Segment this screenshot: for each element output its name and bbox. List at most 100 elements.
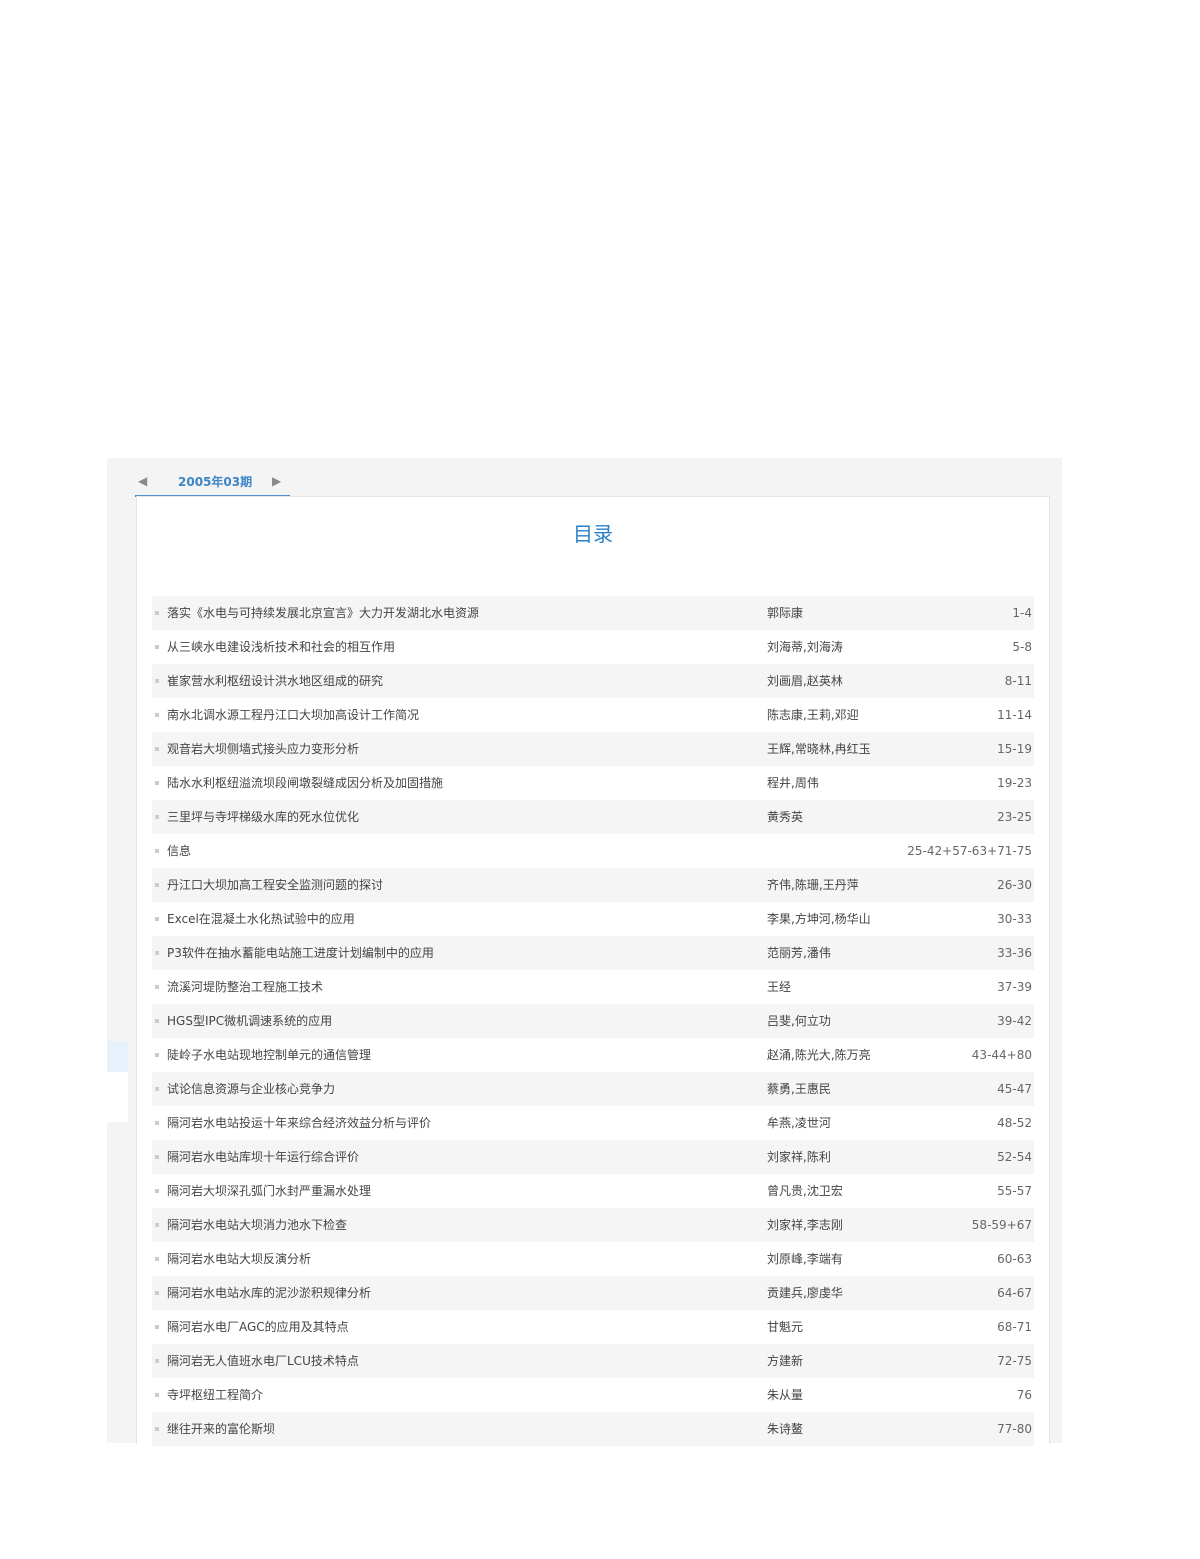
bullet-icon: [155, 645, 159, 649]
toc-row[interactable]: 信息 25-42+57-63+71-75: [152, 834, 1034, 868]
bullet-icon: [155, 1223, 159, 1227]
article-pages: 64-67: [997, 1286, 1032, 1300]
article-title-link[interactable]: 试论信息资源与企业核心竞争力: [167, 1072, 747, 1106]
article-title-link[interactable]: 隔河岩水电站水库的泥沙淤积规律分析: [167, 1276, 747, 1310]
side-highlight-strip: [107, 1041, 128, 1072]
toc-row[interactable]: 丹江口大坝加高工程安全监测问题的探讨 齐伟,陈珊,王丹萍 26-30: [152, 868, 1034, 902]
article-title-link[interactable]: 寺坪枢纽工程简介: [167, 1378, 747, 1412]
toc-row[interactable]: 从三峡水电建设浅析技术和社会的相互作用 刘海蒂,刘海涛 5-8: [152, 630, 1034, 664]
article-pages: 5-8: [1012, 640, 1032, 654]
toc-row[interactable]: 南水北调水源工程丹江口大坝加高设计工作简况 陈志康,王莉,邓迎 11-14: [152, 698, 1034, 732]
article-pages: 77-80: [997, 1422, 1032, 1436]
article-pages: 1-4: [1012, 606, 1032, 620]
toc-row[interactable]: P3软件在抽水蓄能电站施工进度计划编制中的应用 范丽芳,潘伟 33-36: [152, 936, 1034, 970]
article-title-link[interactable]: 隔河岩水电站大坝反演分析: [167, 1242, 747, 1276]
toc-row[interactable]: Excel在混凝土水化热试验中的应用 李果,方坤河,杨华山 30-33: [152, 902, 1034, 936]
bullet-icon: [155, 1291, 159, 1295]
toc-row[interactable]: 陆水水利枢纽溢流坝段闸墩裂缝成因分析及加固措施 程井,周伟 19-23: [152, 766, 1034, 800]
bullet-icon: [155, 679, 159, 683]
bullet-icon: [155, 1121, 159, 1125]
article-title-link[interactable]: 隔河岩水电站大坝消力池水下检查: [167, 1208, 747, 1242]
bullet-icon: [155, 1393, 159, 1397]
toc-row[interactable]: 崔家营水利枢纽设计洪水地区组成的研究 刘画眉,赵英林 8-11: [152, 664, 1034, 698]
article-title-link[interactable]: 落实《水电与可持续发展北京宣言》大力开发湖北水电资源: [167, 596, 747, 630]
toc-row[interactable]: 隔河岩水电站投运十年来综合经济效益分析与评价 牟燕,凌世河 48-52: [152, 1106, 1034, 1140]
issue-nav-tab: ◀ 2005年03期 ▶: [135, 469, 290, 497]
article-title-link[interactable]: 陆水水利枢纽溢流坝段闸墩裂缝成因分析及加固措施: [167, 766, 747, 800]
article-pages: 19-23: [997, 776, 1032, 790]
toc-row[interactable]: 陡岭子水电站现地控制单元的通信管理 赵涌,陈光大,陈万亮 43-44+80: [152, 1038, 1034, 1072]
toc-row[interactable]: 落实《水电与可持续发展北京宣言》大力开发湖北水电资源 郭际康 1-4: [152, 596, 1034, 630]
toc-row[interactable]: 隔河岩水电站库坝十年运行综合评价 刘家祥,陈利 52-54: [152, 1140, 1034, 1174]
article-title-link[interactable]: 丹江口大坝加高工程安全监测问题的探讨: [167, 868, 747, 902]
article-title-link[interactable]: 隔河岩水电站库坝十年运行综合评价: [167, 1140, 747, 1174]
article-title-link[interactable]: 信息: [167, 834, 747, 868]
article-title-link[interactable]: 隔河岩无人值班水电厂LCU技术特点: [167, 1344, 747, 1378]
article-pages: 48-52: [997, 1116, 1032, 1130]
bullet-icon: [155, 611, 159, 615]
toc-row[interactable]: 流溪河堤防整治工程施工技术 王经 37-39: [152, 970, 1034, 1004]
article-title-link[interactable]: HGS型IPC微机调速系统的应用: [167, 1004, 747, 1038]
article-pages: 39-42: [997, 1014, 1032, 1028]
article-pages: 8-11: [1004, 674, 1032, 688]
article-title-link[interactable]: 南水北调水源工程丹江口大坝加高设计工作简况: [167, 698, 747, 732]
article-pages: 37-39: [997, 980, 1032, 994]
triangle-left-icon[interactable]: ◀: [138, 471, 147, 491]
issue-label[interactable]: 2005年03期: [178, 472, 252, 492]
bullet-icon: [155, 883, 159, 887]
bullet-icon: [155, 1257, 159, 1261]
article-pages: 30-33: [997, 912, 1032, 926]
article-title-link[interactable]: 三里坪与寺坪梯级水库的死水位优化: [167, 800, 747, 834]
article-pages: 45-47: [997, 1082, 1032, 1096]
article-title-link[interactable]: 陡岭子水电站现地控制单元的通信管理: [167, 1038, 747, 1072]
bullet-icon: [155, 1087, 159, 1091]
toc-list: 落实《水电与可持续发展北京宣言》大力开发湖北水电资源 郭际康 1-4 从三峡水电建设浅…: [152, 596, 1034, 1446]
article-pages: 26-30: [997, 878, 1032, 892]
toc-row[interactable]: 三里坪与寺坪梯级水库的死水位优化 黄秀英 23-25: [152, 800, 1034, 834]
article-pages: 68-71: [997, 1320, 1032, 1334]
toc-row[interactable]: HGS型IPC微机调速系统的应用 吕斐,何立功 39-42: [152, 1004, 1034, 1038]
article-title-link[interactable]: 流溪河堤防整治工程施工技术: [167, 970, 747, 1004]
article-pages: 43-44+80: [971, 1048, 1032, 1062]
triangle-right-icon[interactable]: ▶: [272, 471, 281, 491]
toc-title: 目录: [573, 522, 613, 546]
article-title-link[interactable]: 观音岩大坝侧墙式接头应力变形分析: [167, 732, 747, 766]
article-title-link[interactable]: Excel在混凝土水化热试验中的应用: [167, 902, 747, 936]
side-white-strip: [107, 1072, 128, 1122]
bullet-icon: [155, 713, 159, 717]
toc-row[interactable]: 隔河岩水电站水库的泥沙淤积规律分析 贡建兵,廖虔华 64-67: [152, 1276, 1034, 1310]
article-title-link[interactable]: 隔河岩大坝深孔弧门水封严重漏水处理: [167, 1174, 747, 1208]
article-pages: 23-25: [997, 810, 1032, 824]
article-pages: 33-36: [997, 946, 1032, 960]
toc-content: 目录 落实《水电与可持续发展北京宣言》大力开发湖北水电资源 郭际康 1-4 从三峡水电…: [136, 496, 1050, 1446]
bullet-icon: [155, 747, 159, 751]
article-pages: 25-42+57-63+71-75: [907, 844, 1032, 858]
article-title-link[interactable]: 崔家营水利枢纽设计洪水地区组成的研究: [167, 664, 747, 698]
article-pages: 11-14: [997, 708, 1032, 722]
article-title-link[interactable]: 继往开来的富伦斯坝: [167, 1412, 747, 1446]
toc-row[interactable]: 观音岩大坝侧墙式接头应力变形分析 王辉,常晓林,冉红玉 15-19: [152, 732, 1034, 766]
bullet-icon: [155, 849, 159, 853]
toc-row[interactable]: 隔河岩无人值班水电厂LCU技术特点 方建新 72-75: [152, 1344, 1034, 1378]
bullet-icon: [155, 781, 159, 785]
bullet-icon: [155, 815, 159, 819]
article-pages: 58-59+67: [971, 1218, 1032, 1232]
bullet-icon: [155, 985, 159, 989]
toc-row[interactable]: 隔河岩水电厂AGC的应用及其特点 甘魁元 68-71: [152, 1310, 1034, 1344]
article-title-link[interactable]: P3软件在抽水蓄能电站施工进度计划编制中的应用: [167, 936, 747, 970]
bullet-icon: [155, 1019, 159, 1023]
toc-row[interactable]: 试论信息资源与企业核心竞争力 蔡勇,王惠民 45-47: [152, 1072, 1034, 1106]
bullet-icon: [155, 1155, 159, 1159]
article-pages: 52-54: [997, 1150, 1032, 1164]
bullet-icon: [155, 951, 159, 955]
article-pages: 55-57: [997, 1184, 1032, 1198]
article-title-link[interactable]: 隔河岩水电厂AGC的应用及其特点: [167, 1310, 747, 1344]
article-title-link[interactable]: 隔河岩水电站投运十年来综合经济效益分析与评价: [167, 1106, 747, 1140]
toc-row[interactable]: 隔河岩水电站大坝反演分析 刘原峰,李端有 60-63: [152, 1242, 1034, 1276]
toc-row[interactable]: 隔河岩水电站大坝消力池水下检查 刘家祥,李志刚 58-59+67: [152, 1208, 1034, 1242]
article-pages: 72-75: [997, 1354, 1032, 1368]
toc-row[interactable]: 继往开来的富伦斯坝 朱诗鳌 77-80: [152, 1412, 1034, 1446]
toc-row[interactable]: 寺坪枢纽工程简介 朱从量 76: [152, 1378, 1034, 1412]
article-title-link[interactable]: 从三峡水电建设浅析技术和社会的相互作用: [167, 630, 747, 664]
toc-row[interactable]: 隔河岩大坝深孔弧门水封严重漏水处理 曾凡贵,沈卫宏 55-57: [152, 1174, 1034, 1208]
